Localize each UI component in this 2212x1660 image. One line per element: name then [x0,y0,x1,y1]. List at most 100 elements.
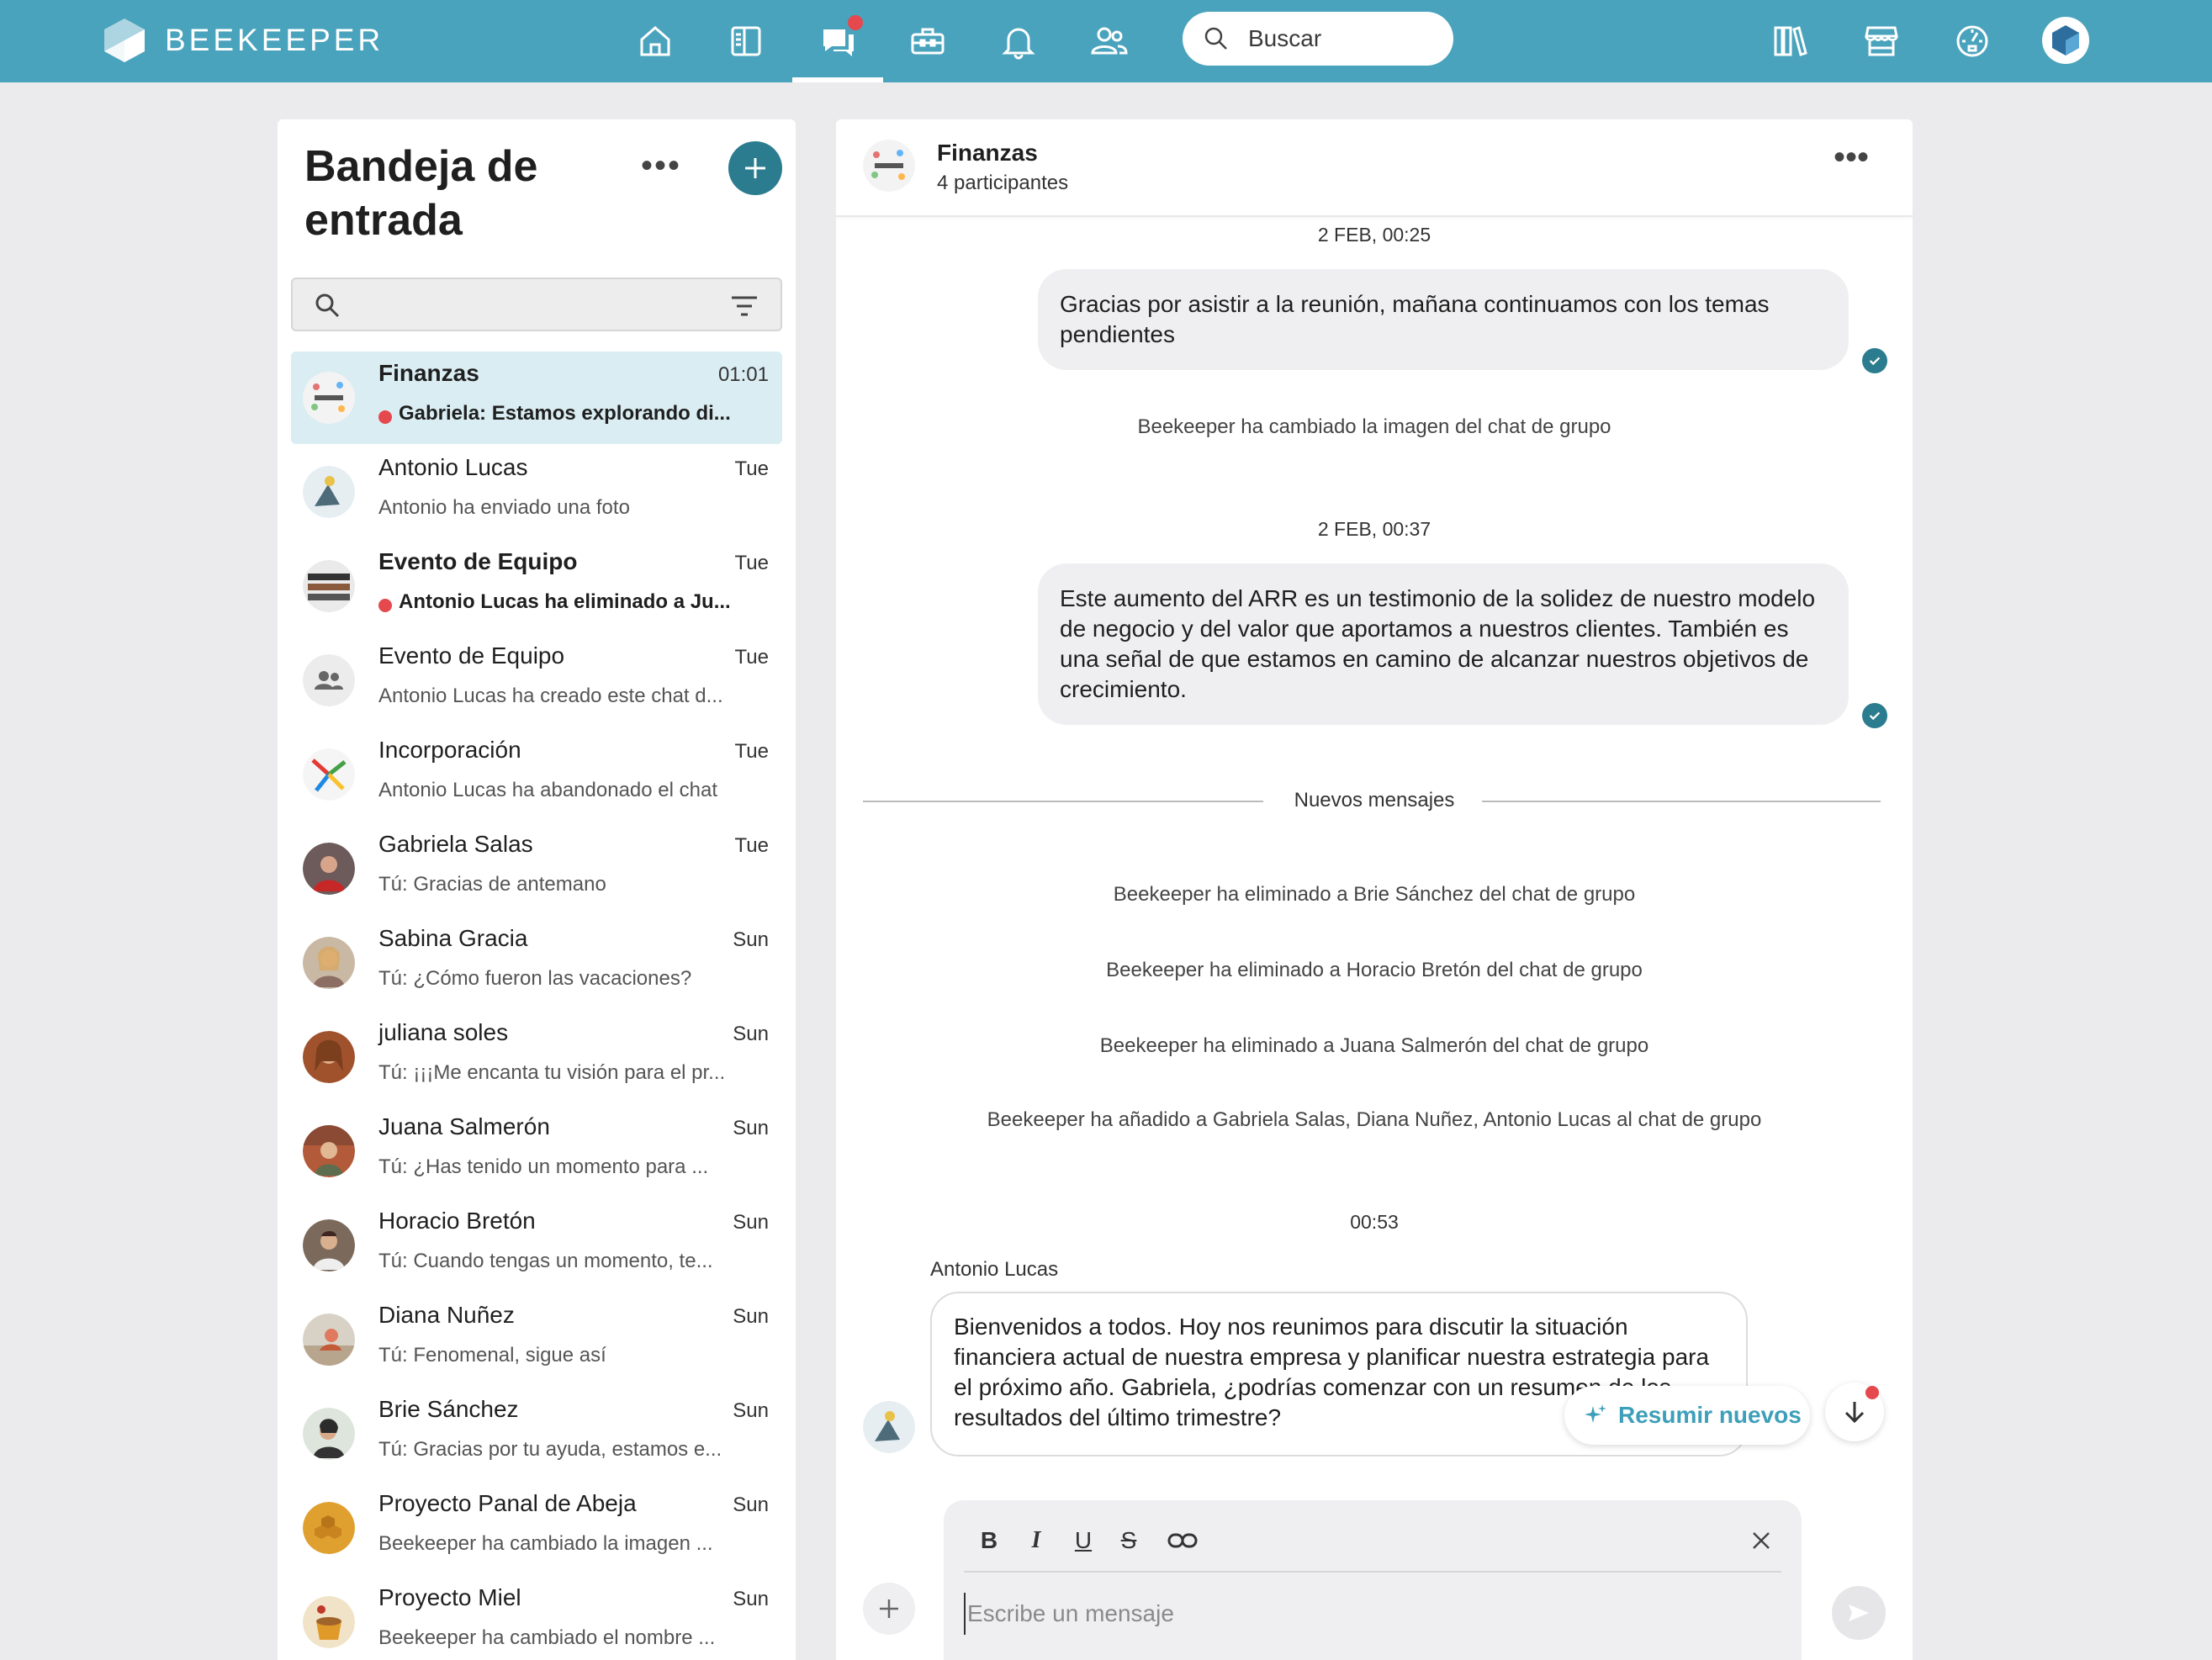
conversation-item[interactable]: Diana Nuñez Sun Tú: Fenomenal, sigue así [291,1293,782,1386]
library-icon[interactable] [1765,15,1817,67]
plus-icon [745,158,765,178]
conversation-time: Tue [734,740,769,763]
conversation-preview: Tú: ¡¡¡Me encanta tu visión para el pr..… [378,1061,726,1084]
summarize-new-button[interactable]: Resumir nuevos [1564,1386,1810,1445]
conversation-time: Sun [733,1117,769,1139]
chat-participants[interactable]: 4 participantes [937,172,1068,195]
conversation-item[interactable]: Evento de Equipo Tue Antonio Lucas ha cr… [291,634,782,727]
inbox-panel: Bandeja de entrada ••• Finanzas 01:01 Ga… [278,119,796,1660]
stream-icon[interactable] [720,15,772,67]
logo-icon [104,19,145,62]
chats-icon[interactable] [812,15,865,67]
conversation-preview: Antonio Lucas ha creado este chat d... [378,685,723,707]
outgoing-message[interactable]: Este aumento del ARR es un testimonio de… [1038,563,1849,725]
arrow-down-icon [1844,1402,1865,1424]
scroll-to-bottom-button[interactable] [1825,1382,1884,1441]
home-icon[interactable] [629,15,681,67]
close-formatting-button[interactable] [1744,1524,1778,1557]
conversation-time: Tue [734,552,769,574]
new-chat-button[interactable] [728,141,782,195]
conversation-item[interactable]: Gabriela Salas Tue Tú: Gracias de antema… [291,822,782,915]
conversation-item[interactable]: Brie Sánchez Sun Tú: Gracias por tu ayud… [291,1388,782,1480]
avatar [303,1596,355,1648]
send-icon [1849,1604,1869,1621]
notifications-icon[interactable] [992,15,1045,67]
timestamp: 2 FEB, 00:25 [1317,224,1431,246]
avatar [303,1125,355,1177]
link-icon [1167,1533,1198,1548]
send-button[interactable] [1832,1586,1886,1640]
unread-dot [1865,1386,1879,1399]
conversation-time: 01:01 [717,363,769,386]
inbox-more-button[interactable]: ••• [641,149,681,182]
conversation-item[interactable]: Incorporación Tue Antonio Lucas ha aband… [291,728,782,821]
active-tab-indicator [792,77,883,82]
conversation-item[interactable]: juliana soles Sun Tú: ¡¡¡Me encanta tu v… [291,1011,782,1103]
conversation-item[interactable]: Proyecto Panal de Abeja Sun Beekeeper ha… [291,1482,782,1574]
avatar [303,560,355,612]
filter-icon[interactable] [730,294,759,318]
conversation-time: Tue [734,457,769,480]
store-icon[interactable] [1855,15,1908,67]
conversation-name: Finanzas [378,360,479,386]
conversation-item[interactable]: Proyecto Miel Sun Beekeeper ha cambiado … [291,1576,782,1660]
conversation-time: Tue [734,834,769,857]
avatar [303,1031,355,1083]
conversation-time: Sun [733,1305,769,1328]
top-bar: BEEKEEPER Buscar [0,0,2212,82]
timestamp: 00:53 [1350,1211,1399,1233]
system-message: Beekeeper ha eliminado a Brie Sánchez de… [1113,883,1636,906]
conversation-preview: Tú: ¿Has tenido un momento para ... [378,1155,709,1178]
plus-icon [880,1599,898,1618]
global-search[interactable]: Buscar [1183,12,1453,66]
profile-avatar[interactable] [2042,17,2089,64]
attach-button[interactable] [863,1583,915,1635]
tools-icon[interactable] [902,15,954,67]
conversation-name: Gabriela Salas [378,831,533,857]
avatar [303,1502,355,1554]
avatar [303,843,355,895]
conversation-item[interactable]: Evento de Equipo Tue Antonio Lucas ha el… [291,540,782,632]
conversation-item[interactable]: Antonio Lucas Tue Antonio ha enviado una… [291,446,782,538]
dashboard-icon[interactable] [1946,15,1998,67]
beekeeper-logo[interactable]: BEEKEEPER [103,17,384,64]
conversation-item[interactable]: Horacio Bretón Sun Tú: Cuando tengas un … [291,1199,782,1292]
avatar [303,466,355,518]
conversation-preview: Gabriela: Estamos explorando di... [399,402,731,425]
conversation-item[interactable]: Juana Salmerón Sun Tú: ¿Has tenido un mo… [291,1105,782,1197]
group-avatar[interactable] [863,140,915,192]
message-input[interactable] [964,1593,1771,1635]
underline-button[interactable]: U [1065,1522,1102,1559]
message-composer: B I U S [944,1500,1802,1660]
conversation-preview: Tú: ¿Cómo fueron las vacaciones? [378,967,692,990]
search-placeholder: Buscar [1248,25,1322,51]
logo-text: BEEKEEPER [165,23,384,57]
people-icon[interactable] [1083,15,1135,67]
link-button[interactable] [1164,1522,1201,1559]
avatar [303,654,355,706]
new-messages-label: Nuevos mensajes [1294,789,1455,811]
sender-avatar[interactable] [863,1401,915,1453]
chat-title[interactable]: Finanzas [937,140,1038,167]
avatar [303,1314,355,1366]
composer-divider [964,1571,1781,1573]
conversation-preview: Antonio Lucas ha eliminado a Ju... [399,590,731,613]
chat-more-button[interactable]: ••• [1834,140,1869,174]
message-sender[interactable]: Antonio Lucas [930,1258,1058,1282]
conversation-preview: Tú: Fenomenal, sigue así [378,1344,606,1367]
sparkle-icon [1585,1404,1606,1423]
bold-button[interactable]: B [971,1522,1008,1559]
italic-button[interactable]: I [1018,1522,1055,1559]
conversation-preview: Antonio Lucas ha abandonado el chat [378,779,717,801]
conversation-time: Sun [733,1399,769,1422]
conversation-name: juliana soles [378,1019,509,1045]
conversation-time: Tue [734,646,769,669]
strikethrough-button[interactable]: S [1110,1522,1147,1559]
outgoing-message[interactable]: Gracias por asistir a la reunión, mañana… [1038,269,1849,370]
conversation-item[interactable]: Finanzas 01:01 Gabriela: Estamos explora… [291,352,782,444]
conversation-preview: Beekeeper ha cambiado el nombre ... [378,1626,716,1649]
conversation-item[interactable]: Sabina Gracia Sun Tú: ¿Cómo fueron las v… [291,917,782,1009]
avatar [303,1219,355,1271]
conversation-preview: Tú: Cuando tengas un momento, te... [378,1250,713,1272]
inbox-search-field[interactable] [291,278,782,331]
